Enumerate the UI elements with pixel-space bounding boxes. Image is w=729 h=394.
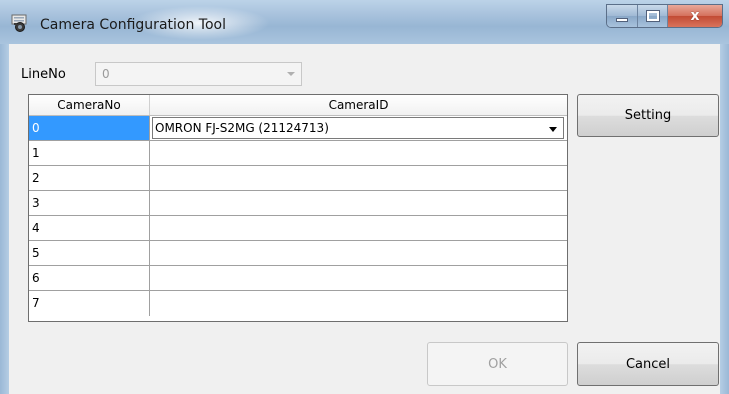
maximize-button[interactable] xyxy=(638,5,668,27)
camera-config-window: Camera Configuration Tool x LineNo 0 Cam… xyxy=(0,0,729,394)
camera-grid: CameraNo CameraID 0 OMRON FJ-S2MG (21124… xyxy=(28,94,568,322)
cancel-button[interactable]: Cancel xyxy=(577,342,719,386)
cameraid-cell[interactable] xyxy=(150,291,567,316)
header-camerano[interactable]: CameraNo xyxy=(29,95,150,115)
camerano-cell[interactable]: 7 xyxy=(29,291,150,316)
cameraid-cell[interactable] xyxy=(150,166,567,190)
camerano-cell[interactable]: 6 xyxy=(29,266,150,290)
cameraid-cell[interactable] xyxy=(150,216,567,240)
table-row[interactable]: 2 xyxy=(29,166,567,191)
window-controls: x xyxy=(606,4,723,28)
minimize-icon xyxy=(616,18,629,22)
cameraid-cell[interactable] xyxy=(150,241,567,265)
camerano-cell[interactable]: 1 xyxy=(29,141,150,165)
table-row[interactable]: 1 xyxy=(29,141,567,166)
cameraid-cell[interactable] xyxy=(150,141,567,165)
dropdown-arrow-icon[interactable] xyxy=(549,127,557,132)
camerano-cell[interactable]: 0 xyxy=(29,116,150,140)
camerano-cell[interactable]: 5 xyxy=(29,241,150,265)
lineno-value: 0 xyxy=(102,67,110,81)
window-title: Camera Configuration Tool xyxy=(40,17,226,33)
camerano-cell[interactable]: 4 xyxy=(29,216,150,240)
camera-app-icon xyxy=(11,14,27,32)
table-row[interactable]: 0 OMRON FJ-S2MG (21124713) xyxy=(29,116,567,141)
title-bar[interactable]: Camera Configuration Tool x xyxy=(0,0,729,44)
maximize-icon xyxy=(645,10,660,22)
grid-rows: 0 OMRON FJ-S2MG (21124713) 1 2 3 4 5 6 7 xyxy=(29,116,567,316)
table-row[interactable]: 4 xyxy=(29,216,567,241)
window-frame-right xyxy=(720,44,729,394)
cameraid-cell[interactable] xyxy=(150,266,567,290)
camerano-cell[interactable]: 2 xyxy=(29,166,150,190)
close-icon: x xyxy=(690,8,700,24)
window-frame-left xyxy=(0,44,9,394)
table-row[interactable]: 7 xyxy=(29,291,567,316)
lineno-select[interactable]: 0 xyxy=(95,62,302,86)
cameraid-cell[interactable] xyxy=(150,191,567,215)
table-row[interactable]: 6 xyxy=(29,266,567,291)
table-row[interactable]: 5 xyxy=(29,241,567,266)
setting-button[interactable]: Setting xyxy=(577,94,719,137)
grid-header: CameraNo CameraID xyxy=(29,95,567,116)
chevron-down-icon xyxy=(287,72,295,76)
client-area: LineNo 0 CameraNo CameraID 0 OMRON FJ-S2… xyxy=(9,44,720,394)
header-cameraid[interactable]: CameraID xyxy=(150,95,567,115)
camerano-cell[interactable]: 3 xyxy=(29,191,150,215)
cameraid-cell[interactable]: OMRON FJ-S2MG (21124713) xyxy=(150,116,567,140)
table-row[interactable]: 3 xyxy=(29,191,567,216)
minimize-button[interactable] xyxy=(607,5,639,27)
cameraid-value: OMRON FJ-S2MG (21124713) xyxy=(155,121,329,135)
cameraid-select[interactable]: OMRON FJ-S2MG (21124713) xyxy=(152,117,564,139)
close-button[interactable]: x xyxy=(667,5,722,27)
lineno-label: LineNo xyxy=(21,67,66,82)
ok-button[interactable]: OK xyxy=(427,342,568,386)
